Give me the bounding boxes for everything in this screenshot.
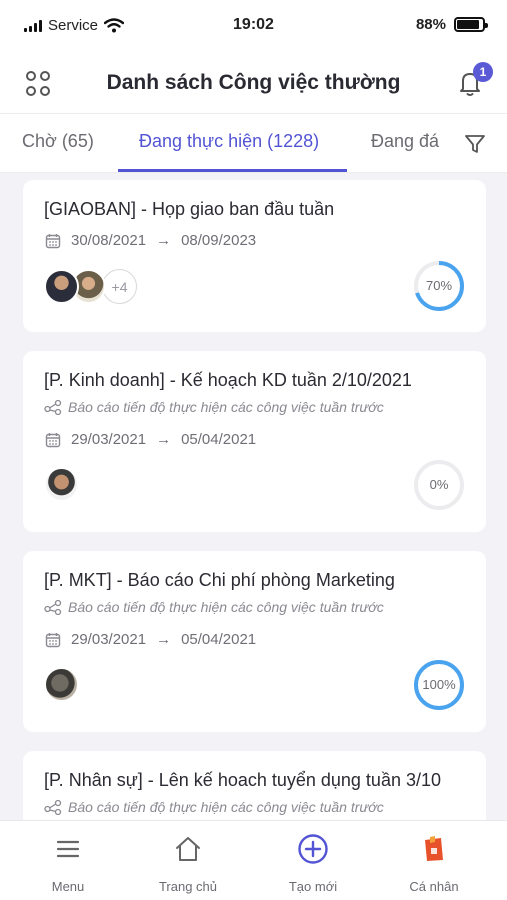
tab-waiting[interactable]: Chờ (65): [22, 131, 94, 152]
task-title: [GIAOBAN] - Họp giao ban đầu tuần: [44, 199, 335, 219]
progress-label: 100%: [422, 677, 456, 692]
progress-label: 70%: [425, 278, 453, 293]
task-card[interactable]: [P. Nhân sự] - Lên kế hoach tuyển dụng t…: [23, 751, 486, 820]
assignee-avatars[interactable]: +4: [44, 269, 137, 304]
bottom-nav-home[interactable]: Trang chủ: [138, 833, 238, 894]
progress-ring: 70%: [413, 260, 465, 312]
battery-icon: [454, 17, 488, 32]
nav-bar: Danh sách Công việc thường 1: [0, 52, 507, 114]
workflow-icon: [44, 599, 62, 615]
task-title: [P. MKT] - Báo cáo Chi phí phòng Marketi…: [44, 570, 395, 590]
task-card[interactable]: [P. Kinh doanh] - Kế hoạch KD tuần 2/10/…: [23, 351, 486, 532]
bottom-nav-menu[interactable]: Menu: [18, 833, 118, 894]
status-bar: Service 19:02 88%: [0, 0, 507, 52]
task-description: Báo cáo tiến độ thực hiện các công việc …: [44, 399, 384, 415]
assignee-avatars[interactable]: [44, 467, 79, 502]
task-description: Báo cáo tiến độ thực hiện các công việc …: [44, 599, 384, 615]
filter-icon[interactable]: [463, 132, 487, 156]
progress-ring: 0%: [413, 459, 465, 511]
end-date: 08/09/2023: [181, 232, 257, 249]
avatar: [44, 467, 79, 502]
task-title: [P. Kinh doanh] - Kế hoạch KD tuần 2/10/…: [44, 370, 412, 390]
calendar-icon: [45, 632, 61, 647]
calendar-icon: [45, 233, 61, 248]
tab-partial[interactable]: Đang đá: [371, 131, 439, 152]
calendar-icon: [45, 432, 61, 447]
task-description: Báo cáo tiến độ thực hiện các công việc …: [44, 799, 384, 815]
hamburger-icon: [56, 840, 80, 858]
task-dates: 29/03/2021 → 05/04/2021: [45, 631, 256, 648]
start-date: 30/08/2021: [71, 232, 147, 249]
end-date: 05/04/2021: [181, 431, 257, 448]
task-dates: 29/03/2021 → 05/04/2021: [45, 431, 256, 448]
arrow-right-icon: →: [156, 431, 172, 448]
arrow-right-icon: →: [156, 631, 172, 648]
bottom-nav-label: Trang chủ: [158, 879, 218, 894]
home-icon: [176, 837, 200, 861]
bottom-nav-label: Menu: [51, 879, 85, 894]
notification-button[interactable]: 1: [455, 62, 493, 98]
arrow-right-icon: →: [156, 232, 172, 249]
more-assignees-badge: +4: [102, 269, 137, 304]
tab-in-progress[interactable]: Đang thực hiện (1228): [139, 131, 319, 152]
page-title: Danh sách Công việc thường: [106, 71, 401, 94]
bottom-nav: Menu Trang chủ Tạo mới Cá nhân: [0, 820, 507, 900]
task-dates: 30/08/2021 → 08/09/2023: [45, 232, 256, 249]
notification-badge: 1: [473, 62, 493, 82]
task-card[interactable]: [P. MKT] - Báo cáo Chi phí phòng Marketi…: [23, 551, 486, 732]
progress-ring: 100%: [413, 659, 465, 711]
task-list[interactable]: [GIAOBAN] - Họp giao ban đầu tuần 30/08/…: [0, 173, 507, 820]
task-card[interactable]: [GIAOBAN] - Họp giao ban đầu tuần 30/08/…: [23, 180, 486, 332]
end-date: 05/04/2021: [181, 631, 257, 648]
workflow-icon: [44, 399, 62, 415]
task-title: [P. Nhân sự] - Lên kế hoach tuyển dụng t…: [44, 770, 442, 790]
personal-icon: [425, 836, 443, 861]
active-tab-indicator: [118, 169, 347, 172]
avatar: [44, 667, 79, 702]
assignee-avatars[interactable]: [44, 667, 79, 702]
bottom-nav-label: Cá nhân: [409, 879, 459, 894]
status-tabs: Chờ (65) Đang thực hiện (1228) Đang đá: [0, 114, 507, 173]
avatar: [44, 269, 79, 304]
start-date: 29/03/2021: [71, 431, 147, 448]
bottom-nav-create[interactable]: Tạo mới: [263, 833, 363, 894]
bottom-nav-personal[interactable]: Cá nhân: [384, 833, 484, 894]
workflow-icon: [44, 799, 62, 815]
bottom-nav-label: Tạo mới: [288, 879, 338, 894]
battery-percent: 88%: [415, 16, 446, 33]
plus-circle-icon: [298, 834, 328, 864]
start-date: 29/03/2021: [71, 631, 147, 648]
progress-label: 0%: [429, 477, 449, 492]
